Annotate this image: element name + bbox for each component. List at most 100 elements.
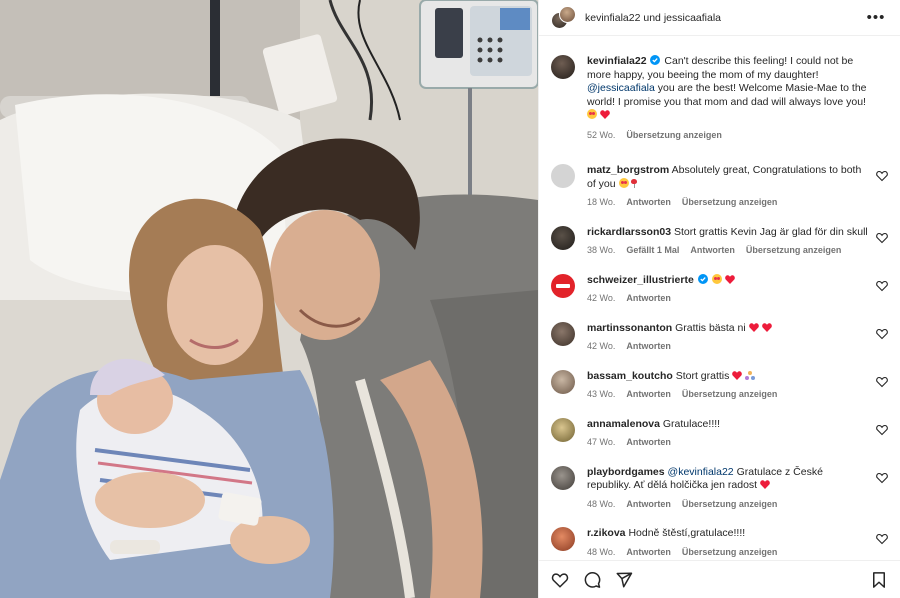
comment-age: 43 Wo. <box>587 389 616 399</box>
comment-meta: 42 Wo. Antworten <box>587 340 868 354</box>
red-heart-emoji-icon <box>761 322 772 332</box>
instagram-post-view: kevinfiala22 und jessicaafiala ••• kevin… <box>0 0 900 598</box>
comment-age: 38 Wo. <box>587 245 616 255</box>
comment-text: Stort grattis <box>675 369 730 382</box>
translate-link[interactable]: Übersetzung anzeigen <box>682 196 778 210</box>
comment-age: 48 Wo. <box>587 498 616 509</box>
comment-text: Stort grattis Kevin Jag är glad för din … <box>673 225 868 238</box>
heart-eyes-emoji-icon <box>711 273 722 284</box>
post-header: kevinfiala22 und jessicaafiala ••• <box>539 0 900 36</box>
heart-icon[interactable] <box>876 328 888 340</box>
reply-link[interactable]: Antworten <box>690 244 735 258</box>
family-emoji-icon <box>745 370 756 380</box>
comment-age: 18 Wo. <box>587 197 616 207</box>
comment-mention[interactable]: @kevinfiala22 <box>668 466 734 478</box>
caption-body: kevinfiala22 Can't describe this feeling… <box>587 55 868 142</box>
avatar[interactable] <box>551 417 575 442</box>
comment-username[interactable]: playbordgames <box>587 466 665 478</box>
comment-body: bassam_koutcho Stort grattis 43 Wo. Antw… <box>587 370 868 402</box>
comment-item: r.zikova Hodně štěstí,gratulace!!!! 48 W… <box>551 527 890 559</box>
comment-meta: 42 Wo. Antworten <box>587 292 868 306</box>
collab-avatars[interactable] <box>551 5 577 30</box>
comment-username[interactable]: matz_borgstrom <box>587 164 669 176</box>
comment-meta: 48 Wo. Antworten Übersetzung anzeigen <box>587 546 868 560</box>
verified-badge-icon <box>697 273 708 284</box>
comment-item: rickardlarsson03 Stort grattis Kevin Jag… <box>551 225 890 258</box>
comment-username[interactable]: schweizer_illustrierte <box>587 274 694 286</box>
caption-username[interactable]: kevinfiala22 <box>587 55 647 67</box>
comment-age: 42 Wo. <box>587 341 616 351</box>
comment-icon[interactable] <box>583 571 601 589</box>
comments-scroll[interactable]: kevinfiala22 Can't describe this feeling… <box>539 36 900 560</box>
likes-count[interactable]: Gefällt 1 Mal <box>626 244 679 258</box>
heart-icon[interactable] <box>876 424 888 436</box>
reply-link[interactable]: Antworten <box>626 196 671 210</box>
caption-mention[interactable]: @jessicaafiala <box>587 82 655 94</box>
comment-body: matz_borgstrom Absolutely great, Congrat… <box>587 164 868 210</box>
comment-age: 42 Wo. <box>587 293 616 303</box>
author-username[interactable]: kevinfiala22 <box>585 12 640 24</box>
translate-link[interactable]: Übersetzung anzeigen <box>746 244 842 258</box>
translate-link[interactable]: Übersetzung anzeigen <box>682 388 778 402</box>
avatar[interactable] <box>551 321 575 346</box>
avatar[interactable] <box>559 5 576 23</box>
comment-username[interactable]: rickardlarsson03 <box>587 226 671 238</box>
comment-item: playbordgames @kevinfiala22 Gratulace z … <box>551 465 890 512</box>
comment-text: Hodně štěstí,gratulace!!!! <box>628 527 746 539</box>
author-connector: und <box>643 11 661 24</box>
comment-item: annamalenova Gratulace!!!! 47 Wo. Antwor… <box>551 417 890 450</box>
post-side-panel: kevinfiala22 und jessicaafiala ••• kevin… <box>538 0 900 598</box>
hospital-photo-illustration <box>0 0 538 598</box>
post-authors: kevinfiala22 und jessicaafiala <box>585 12 864 24</box>
comment-body: rickardlarsson03 Stort grattis Kevin Jag… <box>587 226 868 258</box>
avatar[interactable] <box>551 164 575 188</box>
share-icon[interactable] <box>615 571 633 589</box>
avatar[interactable] <box>551 527 575 551</box>
avatar[interactable] <box>551 369 575 394</box>
comment-username[interactable]: annamalenova <box>587 418 660 430</box>
heart-icon[interactable] <box>876 376 888 388</box>
reply-link[interactable]: Antworten <box>626 340 671 354</box>
translate-link[interactable]: Übersetzung anzeigen <box>682 498 778 512</box>
avatar[interactable] <box>551 55 575 79</box>
more-options-icon[interactable]: ••• <box>864 10 888 25</box>
pin-emoji-icon <box>631 178 638 188</box>
bookmark-icon[interactable] <box>870 571 888 589</box>
reply-link[interactable]: Antworten <box>626 498 671 512</box>
heart-icon[interactable] <box>876 170 888 182</box>
comment-body: annamalenova Gratulace!!!! 47 Wo. Antwor… <box>587 418 868 450</box>
heart-icon[interactable] <box>876 232 888 244</box>
heart-icon[interactable] <box>876 472 888 484</box>
heart-icon[interactable] <box>551 571 569 589</box>
comment-age: 48 Wo. <box>587 546 616 557</box>
avatar[interactable] <box>551 225 575 250</box>
comment-age: 47 Wo. <box>587 437 616 447</box>
red-heart-emoji-icon <box>600 110 610 119</box>
post-photo[interactable] <box>0 0 538 598</box>
heart-icon[interactable] <box>876 533 888 545</box>
red-heart-emoji-icon <box>760 480 770 489</box>
red-heart-emoji-icon <box>732 370 743 380</box>
comment-meta: 38 Wo. Gefällt 1 Mal Antworten Übersetzu… <box>587 244 868 258</box>
comment-username[interactable]: bassam_koutcho <box>587 370 673 382</box>
comment-text: Gratulace!!!! <box>662 417 721 430</box>
reply-link[interactable]: Antworten <box>626 292 671 306</box>
red-heart-emoji-icon <box>748 322 759 332</box>
heart-eyes-emoji-icon <box>587 109 597 119</box>
reply-link[interactable]: Antworten <box>626 388 671 402</box>
translate-link[interactable]: Übersetzung anzeigen <box>682 546 778 560</box>
caption-meta: 52 Wo. Übersetzung anzeigen <box>587 129 868 143</box>
heart-icon[interactable] <box>876 280 888 292</box>
translate-link[interactable]: Übersetzung anzeigen <box>626 129 722 143</box>
comment-item: bassam_koutcho Stort grattis 43 Wo. Antw… <box>551 369 890 402</box>
post-actions-bar <box>539 560 900 598</box>
comment-username[interactable]: r.zikova <box>587 527 626 539</box>
comment-meta: 48 Wo. Antworten Übersetzung anzeigen <box>587 498 868 512</box>
reply-link[interactable]: Antworten <box>626 436 671 450</box>
author-username[interactable]: jessicaafiala <box>664 12 721 24</box>
caption-age: 52 Wo. <box>587 129 616 140</box>
avatar[interactable] <box>551 273 575 298</box>
reply-link[interactable]: Antworten <box>626 546 671 560</box>
comment-username[interactable]: martinssonanton <box>587 322 672 334</box>
avatar[interactable] <box>551 465 575 490</box>
